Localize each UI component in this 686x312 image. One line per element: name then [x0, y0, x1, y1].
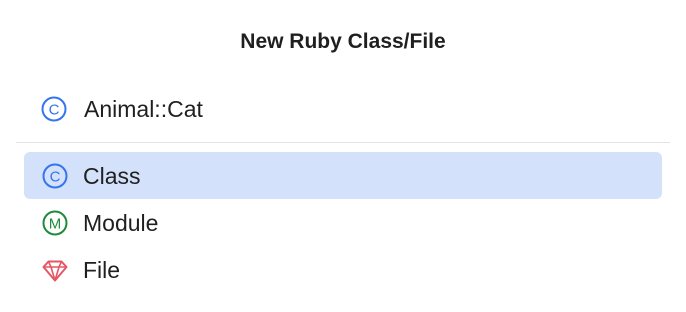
- class-name-input[interactable]: [84, 92, 644, 126]
- svg-text:M: M: [49, 215, 62, 232]
- kind-item-class[interactable]: C Class: [24, 152, 662, 199]
- kind-item-file[interactable]: File: [24, 246, 662, 293]
- module-m-icon: M: [41, 209, 69, 237]
- class-c-icon: C: [41, 162, 69, 190]
- name-field-row: C: [40, 90, 644, 128]
- new-ruby-class-dialog: New Ruby Class/File C C Class: [0, 0, 686, 312]
- kind-item-label: Module: [83, 209, 159, 236]
- svg-text:C: C: [50, 168, 61, 185]
- dialog-title: New Ruby Class/File: [240, 30, 446, 53]
- kind-item-module[interactable]: M Module: [24, 199, 662, 246]
- divider: [16, 142, 670, 143]
- kind-list: C Class M Module File: [24, 152, 662, 293]
- ruby-gem-icon: [41, 256, 69, 284]
- kind-item-label: Class: [83, 162, 141, 189]
- class-c-icon: C: [40, 95, 68, 123]
- kind-item-label: File: [83, 256, 121, 283]
- svg-text:C: C: [49, 102, 60, 119]
